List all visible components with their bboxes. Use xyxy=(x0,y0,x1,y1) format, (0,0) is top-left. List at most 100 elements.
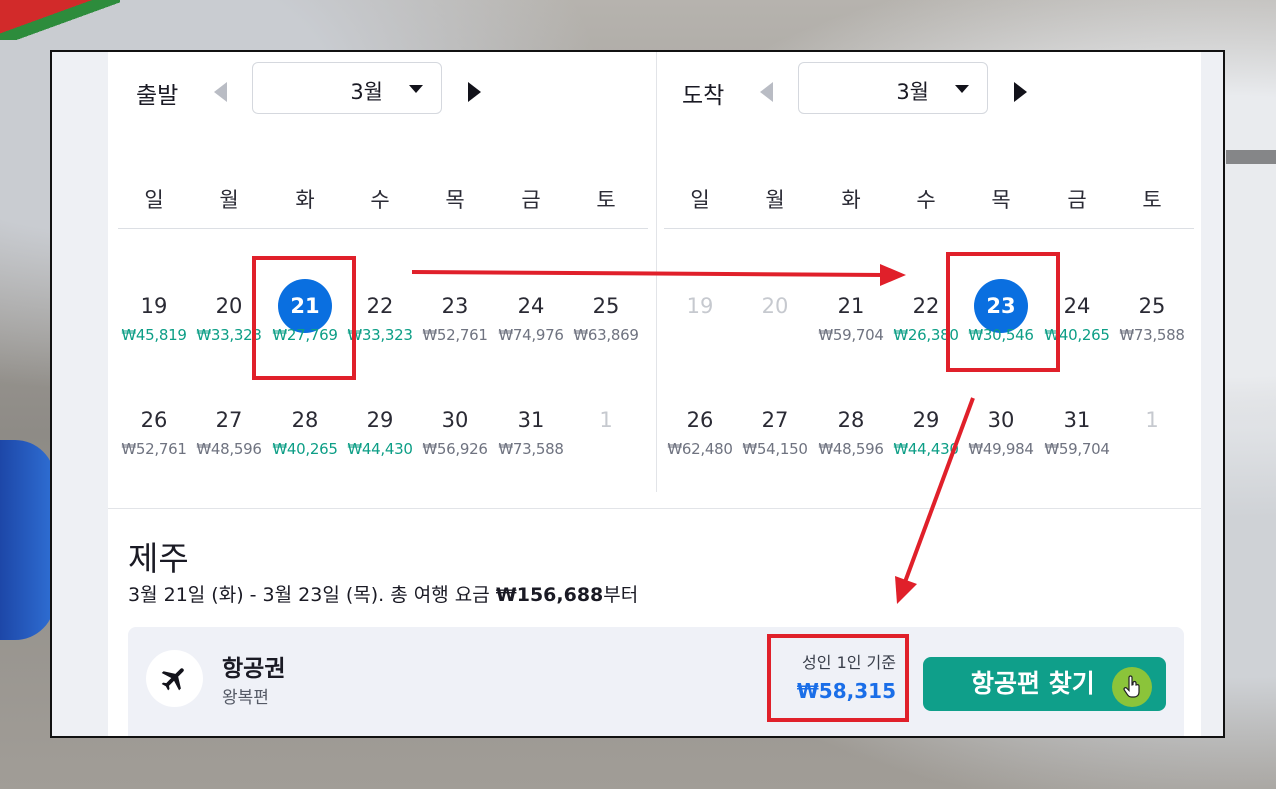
day-cell[interactable]: 30 ₩56,926 xyxy=(417,396,493,458)
day-number-text: 21 xyxy=(837,294,865,318)
day-number-text: 25 xyxy=(592,294,620,318)
chevron-right-icon[interactable] xyxy=(468,82,481,102)
day-cell[interactable]: 25 ₩73,588 xyxy=(1114,282,1190,344)
day-number: 24 xyxy=(493,282,569,330)
trip-summary: 3월 21일 (화) - 3월 23일 (목). 총 여행 요금 ₩156,68… xyxy=(128,580,638,607)
day-number-text: 1 xyxy=(1145,408,1159,432)
hand-cursor-icon xyxy=(1112,667,1152,707)
day-cell[interactable]: 22 ₩26,380 xyxy=(888,282,964,344)
day-cell[interactable]: 19 ₩45,819 xyxy=(116,282,192,344)
day-price: ₩73,588 xyxy=(1119,326,1185,344)
section-divider xyxy=(108,508,1201,509)
flight-icon-badge xyxy=(146,650,203,707)
day-number-text: 27 xyxy=(761,408,789,432)
day-number: 23 xyxy=(963,279,1039,333)
chevron-left-icon[interactable] xyxy=(760,82,773,102)
day-number: 31 xyxy=(493,396,569,444)
background-tail-fin xyxy=(0,0,120,40)
day-cell[interactable]: 23 ₩52,761 xyxy=(417,282,493,344)
day-price: ₩44,430 xyxy=(347,440,413,458)
day-price: ₩59,704 xyxy=(1044,440,1110,458)
day-cell[interactable]: 29 ₩44,430 xyxy=(342,396,418,458)
weekday-label: 월 xyxy=(219,188,239,212)
weekday-label: 금 xyxy=(521,188,541,212)
day-price: ₩59,704 xyxy=(818,326,884,344)
day-number-text: 28 xyxy=(291,408,319,432)
return-label: 도착 xyxy=(682,83,725,109)
selected-day-cell[interactable]: 21 ₩27,769 xyxy=(267,279,343,344)
find-flights-button[interactable]: 항공편 찾기 xyxy=(923,657,1166,711)
day-cell[interactable]: 24 ₩40,265 xyxy=(1039,282,1115,344)
weekday-header: 일월화수목금토 xyxy=(664,182,1194,229)
day-number-text: 24 xyxy=(517,294,545,318)
weekday-label: 월 xyxy=(765,188,785,212)
day-number-text: 28 xyxy=(837,408,865,432)
departure-label: 출발 xyxy=(136,83,179,109)
airplane-icon xyxy=(161,668,184,691)
day-cell[interactable]: 20 ₩33,323 xyxy=(191,282,267,344)
day-cell[interactable]: 30 ₩49,984 xyxy=(963,396,1039,458)
day-number-text: 23 xyxy=(974,279,1028,333)
flight-subtitle: 왕복편 xyxy=(222,688,269,708)
day-cell[interactable]: 29 ₩44,430 xyxy=(888,396,964,458)
weekday-label: 토 xyxy=(596,188,616,212)
day-number: 29 xyxy=(888,396,964,444)
weekday-label: 화 xyxy=(841,188,861,212)
background-engine xyxy=(0,440,55,640)
day-cell: 19 xyxy=(662,282,738,330)
day-number: 28 xyxy=(813,396,889,444)
day-cell[interactable]: 22 ₩33,323 xyxy=(342,282,418,344)
flight-title: 항공권 xyxy=(222,656,286,682)
day-number-text: 20 xyxy=(761,294,789,318)
day-cell: 20 xyxy=(737,282,813,330)
day-cell[interactable]: 28 ₩48,596 xyxy=(813,396,889,458)
day-number: 19 xyxy=(662,282,738,330)
day-cell[interactable]: 28 ₩40,265 xyxy=(267,396,343,458)
weekday-label: 목 xyxy=(991,188,1011,212)
day-cell[interactable]: 31 ₩73,588 xyxy=(493,396,569,458)
day-cell[interactable]: 27 ₩48,596 xyxy=(191,396,267,458)
day-number-text: 22 xyxy=(912,294,940,318)
day-number-text: 31 xyxy=(1063,408,1091,432)
day-price: ₩54,150 xyxy=(742,440,808,458)
month-select[interactable]: 3월 xyxy=(798,62,988,114)
day-cell[interactable]: 24 ₩74,976 xyxy=(493,282,569,344)
day-price: ₩56,926 xyxy=(422,440,488,458)
day-cell[interactable]: 21 ₩59,704 xyxy=(813,282,889,344)
chevron-left-icon[interactable] xyxy=(214,82,227,102)
day-number-text: 19 xyxy=(686,294,714,318)
day-price: ₩48,596 xyxy=(196,440,262,458)
screenshot-frame: 출발 3월 일월화수목금토 19 ₩45,819 20 ₩33,323 21 ₩27,76… xyxy=(50,50,1225,738)
day-number-text: 1 xyxy=(599,408,613,432)
day-number-text: 23 xyxy=(441,294,469,318)
day-price: ₩52,761 xyxy=(121,440,187,458)
day-cell[interactable]: 27 ₩54,150 xyxy=(737,396,813,458)
day-cell[interactable]: 31 ₩59,704 xyxy=(1039,396,1115,458)
month-value: 3월 xyxy=(350,80,383,104)
day-number-text: 31 xyxy=(517,408,545,432)
day-number-text: 26 xyxy=(686,408,714,432)
day-price: ₩33,323 xyxy=(347,326,413,344)
day-number: 25 xyxy=(1114,282,1190,330)
day-number: 21 xyxy=(267,279,343,333)
day-price: ₩73,588 xyxy=(498,440,564,458)
day-cell[interactable]: 26 ₩52,761 xyxy=(116,396,192,458)
trip-summary-text: 3월 21일 (화) - 3월 23일 (목). 총 여행 요금 xyxy=(128,584,496,606)
calendar-divider xyxy=(656,52,657,492)
selected-day-cell[interactable]: 23 ₩30,546 xyxy=(963,279,1039,344)
day-cell[interactable]: 25 ₩63,869 xyxy=(568,282,644,344)
month-navigator: 도착 3월 xyxy=(664,62,1194,118)
day-number-text: 19 xyxy=(140,294,168,318)
trip-summary-suffix: 부터 xyxy=(603,584,639,606)
month-select[interactable]: 3월 xyxy=(252,62,442,114)
chevron-right-icon[interactable] xyxy=(1014,82,1027,102)
day-cell[interactable]: 26 ₩62,480 xyxy=(662,396,738,458)
month-navigator: 출발 3월 xyxy=(118,62,648,118)
weekday-label: 수 xyxy=(370,188,390,212)
day-number-text: 25 xyxy=(1138,294,1166,318)
day-price: ₩52,761 xyxy=(422,326,488,344)
day-number: 1 xyxy=(1114,396,1190,444)
day-number-text: 26 xyxy=(140,408,168,432)
weekday-label: 토 xyxy=(1142,188,1162,212)
day-number: 27 xyxy=(191,396,267,444)
